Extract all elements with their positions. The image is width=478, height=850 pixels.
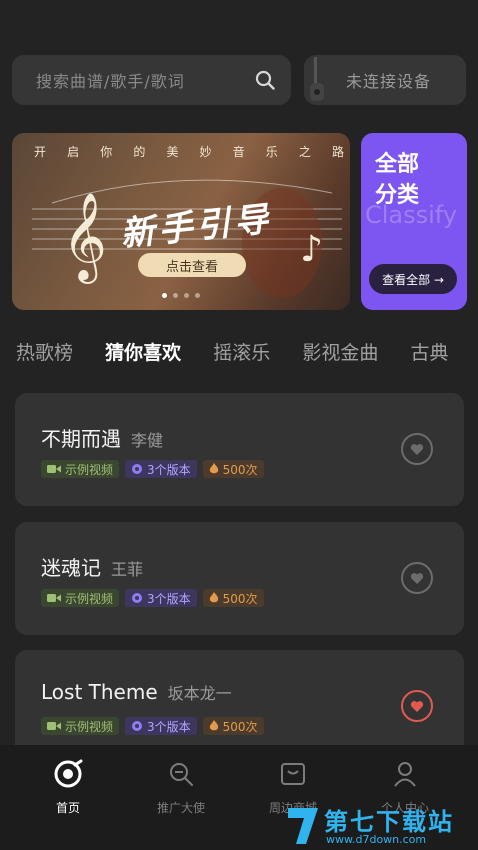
video-icon xyxy=(47,722,61,730)
video-tag[interactable]: 示例视频 xyxy=(41,460,120,478)
slogan-char: 的 xyxy=(133,145,146,159)
slogan-char: 之 xyxy=(298,145,311,159)
slogan-char: 美 xyxy=(166,145,179,159)
tab-guess[interactable]: 猜你喜欢 xyxy=(105,338,181,365)
fire-icon xyxy=(209,463,218,474)
heart-icon xyxy=(410,443,424,455)
search-placeholder: 搜索曲谱/歌手/歌词 xyxy=(36,72,185,91)
song-card[interactable]: 迷魂记 王菲 示例视频 3个版本 500次 xyxy=(15,522,464,635)
slogan-char: 路 xyxy=(331,145,344,159)
slogan-char: 乐 xyxy=(265,145,278,159)
view-all-button[interactable]: 查看全部 → xyxy=(369,264,457,294)
fire-icon xyxy=(209,592,218,603)
tab-classical[interactable]: 古典 xyxy=(410,338,448,365)
song-title-line: 不期而遇 李健 xyxy=(41,423,163,452)
play-count-tag: 500次 xyxy=(202,717,264,735)
disc-icon xyxy=(132,721,143,731)
slogan-char: 开 xyxy=(34,145,47,159)
guitar-device-icon xyxy=(310,57,324,101)
song-artist: 王菲 xyxy=(111,560,144,579)
play-count-tag: 500次 xyxy=(202,589,264,607)
song-title-line: 迷魂记 王菲 xyxy=(41,552,143,581)
slogan-char: 妙 xyxy=(199,145,212,159)
carousel-dot[interactable] xyxy=(162,293,167,298)
song-tags: 示例视频 3个版本 500次 xyxy=(41,589,264,607)
version-tag-label: 3个版本 xyxy=(147,719,191,734)
disc-icon xyxy=(132,593,143,603)
play-count-tag: 500次 xyxy=(202,460,264,478)
nav-home[interactable]: 首页 xyxy=(18,759,118,816)
music-note-icon: ♪ xyxy=(300,229,323,270)
carousel-dots xyxy=(162,293,200,298)
video-tag-label: 示例视频 xyxy=(65,719,114,734)
search-icon[interactable] xyxy=(255,70,275,90)
device-connect-button[interactable]: 未连接设备 xyxy=(304,55,466,105)
favorite-button[interactable] xyxy=(401,433,433,465)
song-tags: 示例视频 3个版本 500次 xyxy=(41,717,264,735)
song-artist: 坂本龙一 xyxy=(167,684,232,703)
version-tag-label: 3个版本 xyxy=(147,462,191,477)
heart-icon xyxy=(410,700,424,712)
fire-icon xyxy=(209,720,218,731)
play-count-label: 500次 xyxy=(222,462,258,477)
song-title: 不期而遇 xyxy=(41,427,121,451)
classify-card[interactable]: 全部分类 Classify 查看全部 → xyxy=(361,133,467,310)
heart-icon xyxy=(410,572,424,584)
song-title: Lost Theme xyxy=(41,680,158,704)
tab-film[interactable]: 影视金曲 xyxy=(302,338,378,365)
search-box[interactable]: 搜索曲谱/歌手/歌词 xyxy=(12,55,291,105)
home-disc-icon xyxy=(54,759,83,788)
version-tag-label: 3个版本 xyxy=(147,591,191,606)
treble-clef-icon: 𝄞 xyxy=(62,191,107,280)
tab-rock[interactable]: 摇滚乐 xyxy=(213,338,270,365)
video-icon xyxy=(47,594,61,602)
watermark-title: 第七下载站 xyxy=(324,808,454,836)
favorite-button[interactable] xyxy=(401,562,433,594)
version-tag[interactable]: 3个版本 xyxy=(125,589,197,607)
song-title: 迷魂记 xyxy=(41,556,101,580)
nav-home-label: 首页 xyxy=(55,801,80,815)
nav-promote[interactable]: 推广大使 xyxy=(131,759,231,816)
guide-banner[interactable]: 开 启 你 的 美 妙 音 乐 之 路 𝄞 ♪ 新手引导 点击查看 xyxy=(12,133,350,310)
song-title-line: Lost Theme 坂本龙一 xyxy=(41,680,232,704)
video-icon xyxy=(47,465,61,473)
video-tag[interactable]: 示例视频 xyxy=(41,717,120,735)
carousel-dot[interactable] xyxy=(184,293,189,298)
slogan-char: 你 xyxy=(100,145,113,159)
megaphone-icon xyxy=(170,763,193,786)
disc-icon xyxy=(132,464,143,474)
profile-icon xyxy=(394,762,416,787)
watermark: 第七下载站 www.d7down.com xyxy=(280,800,478,850)
device-status: 未连接设备 xyxy=(346,72,432,91)
version-tag[interactable]: 3个版本 xyxy=(125,717,197,735)
version-tag[interactable]: 3个版本 xyxy=(125,460,197,478)
favorite-button[interactable] xyxy=(401,690,433,722)
play-count-label: 500次 xyxy=(222,719,258,734)
watermark-url: www.d7down.com xyxy=(326,833,427,846)
nav-promote-label: 推广大使 xyxy=(156,801,205,815)
category-tabs: 热歌榜 猜你喜欢 摇滚乐 影视金曲 古典 xyxy=(16,338,478,372)
banner-view-button[interactable]: 点击查看 xyxy=(138,253,246,277)
watermark-logo-icon xyxy=(288,808,318,844)
classify-en-label: Classify xyxy=(365,201,458,229)
video-tag[interactable]: 示例视频 xyxy=(41,589,120,607)
play-count-label: 500次 xyxy=(222,591,258,606)
shop-box-icon xyxy=(281,763,305,785)
carousel-dot[interactable] xyxy=(195,293,200,298)
tab-hot[interactable]: 热歌榜 xyxy=(16,338,73,365)
slogan-char: 启 xyxy=(67,145,80,159)
song-artist: 李健 xyxy=(131,431,164,450)
top-bar: 搜索曲谱/歌手/歌词 未连接设备 xyxy=(12,55,466,105)
slogan-char: 音 xyxy=(232,145,245,159)
video-tag-label: 示例视频 xyxy=(65,462,114,477)
song-tags: 示例视频 3个版本 500次 xyxy=(41,460,264,478)
song-card[interactable]: 不期而遇 李健 示例视频 3个版本 500次 xyxy=(15,393,464,506)
banner-slogan: 开 启 你 的 美 妙 音 乐 之 路 xyxy=(34,143,344,160)
carousel-dot[interactable] xyxy=(173,293,178,298)
video-tag-label: 示例视频 xyxy=(65,591,114,606)
